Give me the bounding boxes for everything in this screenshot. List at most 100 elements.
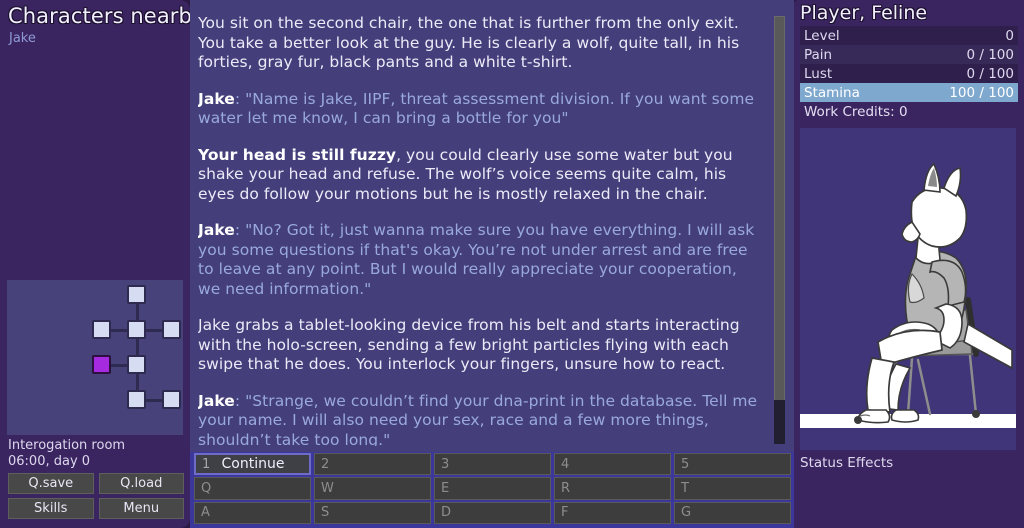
menu-button[interactable]: Menu: [98, 498, 184, 519]
narration-emphasis: Your head is still fuzzy: [198, 145, 397, 164]
dialogue-speaker: Jake: [198, 391, 235, 410]
left-sidebar: Characters nearby Jake Interogation room…: [0, 0, 190, 528]
action-button-empty[interactable]: A: [194, 501, 311, 524]
stat-row-lust: Lust 0 / 100: [800, 64, 1018, 83]
action-button-empty[interactable]: E: [434, 477, 551, 500]
action-key-hint: S: [321, 505, 330, 521]
story-paragraph: Jake: "Name is Jake, IIPF, threat assess…: [198, 90, 762, 129]
dialogue-separator: :: [234, 89, 246, 108]
action-button-grid: 1 Continue 2 3 4 5 Q W E R T A S D F G: [190, 452, 794, 528]
stat-name: Lust: [804, 65, 833, 82]
quick-load-button[interactable]: Q.load: [98, 473, 184, 494]
sidebar-button-grid: Q.save Q.load Skills Menu: [8, 473, 184, 519]
story-paragraph: Jake: "No? Got it, just wanna make sure …: [198, 221, 762, 299]
stat-row-level: Level 0: [800, 26, 1018, 45]
narration-text: Jake grabs a tablet-looking device from …: [198, 316, 740, 373]
map-link: [146, 398, 162, 402]
action-key-hint: D: [441, 505, 452, 521]
action-key-hint: G: [681, 505, 692, 521]
sidebar-button-label: Q.load: [120, 476, 163, 491]
dialogue-separator: :: [234, 221, 246, 239]
action-key-hint: R: [561, 480, 571, 496]
map-link: [135, 374, 139, 390]
action-button-empty[interactable]: 2: [314, 453, 431, 476]
stat-name: Stamina: [804, 84, 860, 101]
stat-value: 0 / 100: [966, 46, 1015, 63]
map-node[interactable]: [127, 320, 146, 339]
dialogue-text: "Strange, we couldn’t find your dna-prin…: [198, 391, 758, 447]
map-link: [135, 339, 139, 355]
action-button-empty[interactable]: Q: [194, 477, 311, 500]
map-link: [135, 304, 139, 320]
feline-character-illustration: [800, 128, 1016, 450]
action-button-empty[interactable]: R: [554, 477, 671, 500]
minimap[interactable]: [7, 280, 183, 435]
action-key-hint: E: [441, 480, 450, 496]
action-button-empty[interactable]: F: [554, 501, 671, 524]
map-node-current[interactable]: [92, 355, 111, 374]
action-key-hint: 2: [321, 456, 330, 472]
story-paragraph: Your head is still fuzzy, you could clea…: [198, 146, 762, 205]
dialogue-speaker: Jake: [198, 221, 235, 239]
stat-row-stamina: Stamina 100 / 100: [800, 83, 1018, 102]
action-key-hint: 4: [561, 456, 570, 472]
stat-name: Pain: [804, 46, 833, 63]
skills-button[interactable]: Skills: [8, 498, 94, 519]
story-text: You sit on the second chair, the one tha…: [198, 14, 776, 446]
action-button-empty[interactable]: G: [674, 501, 791, 524]
story-scrollbar-thumb-tail[interactable]: [774, 400, 785, 444]
player-portrait: [800, 128, 1016, 450]
status-effects-label: Status Effects: [800, 455, 894, 471]
action-button-empty[interactable]: S: [314, 501, 431, 524]
story-scrollbar-track[interactable]: [774, 16, 785, 444]
action-key-hint: 1: [202, 456, 211, 472]
map-node[interactable]: [92, 320, 111, 339]
action-key-hint: T: [681, 480, 689, 496]
action-label: Continue: [221, 456, 285, 473]
action-button-continue[interactable]: 1 Continue: [194, 453, 311, 476]
game-window: Characters nearby Jake Interogation room…: [0, 0, 1024, 528]
map-node[interactable]: [127, 285, 146, 304]
map-link: [111, 363, 127, 367]
dialogue-text: "Name is Jake, IIPF, threat assessment d…: [198, 89, 755, 128]
action-key-hint: 5: [681, 456, 690, 472]
status-effects-area: [800, 474, 1016, 522]
dialogue-text: "No? Got it, just wanna make sure you ha…: [198, 221, 755, 298]
game-time: 06:00, day 0: [8, 454, 91, 469]
stat-value: 0 / 100: [966, 65, 1015, 82]
map-node[interactable]: [127, 390, 146, 409]
player-stats-list: Level 0 Pain 0 / 100 Lust 0 / 100 Stamina 100 /…: [800, 26, 1018, 102]
sidebar-button-label: Skills: [34, 501, 68, 516]
location-name: Interogation room: [8, 438, 126, 453]
stat-name: Level: [804, 27, 840, 44]
map-link: [146, 328, 162, 332]
player-title: Player, Feline: [800, 2, 928, 24]
characters-nearby-title: Characters nearby: [8, 4, 190, 28]
action-button-empty[interactable]: 5: [674, 453, 791, 476]
action-button-empty[interactable]: T: [674, 477, 791, 500]
sidebar-button-label: Q.save: [28, 476, 74, 491]
map-node[interactable]: [127, 355, 146, 374]
quick-save-button[interactable]: Q.save: [8, 473, 94, 494]
action-button-empty[interactable]: D: [434, 501, 551, 524]
action-button-empty[interactable]: 4: [554, 453, 671, 476]
main-story-panel: You sit on the second chair, the one tha…: [190, 0, 794, 528]
location-block: Interogation room 06:00, day 0: [8, 438, 184, 470]
player-panel: Player, Feline Level 0 Pain 0 / 100 Lust 0 / …: [794, 0, 1024, 528]
dialogue-separator: :: [234, 391, 246, 410]
map-node[interactable]: [162, 320, 181, 339]
map-node[interactable]: [162, 390, 181, 409]
character-entry[interactable]: Jake: [9, 30, 190, 47]
work-credits: Work Credits: 0: [804, 104, 908, 120]
stat-value: 100 / 100: [949, 84, 1014, 101]
story-scrollbar-thumb[interactable]: [774, 16, 785, 404]
dialogue-speaker: Jake: [198, 89, 235, 108]
action-button-empty[interactable]: 3: [434, 453, 551, 476]
action-key-hint: 3: [441, 456, 450, 472]
action-button-empty[interactable]: W: [314, 477, 431, 500]
action-key-hint: A: [201, 505, 210, 521]
narration-text: You sit on the second chair, the one tha…: [198, 14, 740, 71]
map-link: [111, 328, 127, 332]
story-paragraph: Jake: "Strange, we couldn’t find your dn…: [198, 392, 762, 447]
story-paragraph: Jake grabs a tablet-looking device from …: [198, 316, 762, 375]
